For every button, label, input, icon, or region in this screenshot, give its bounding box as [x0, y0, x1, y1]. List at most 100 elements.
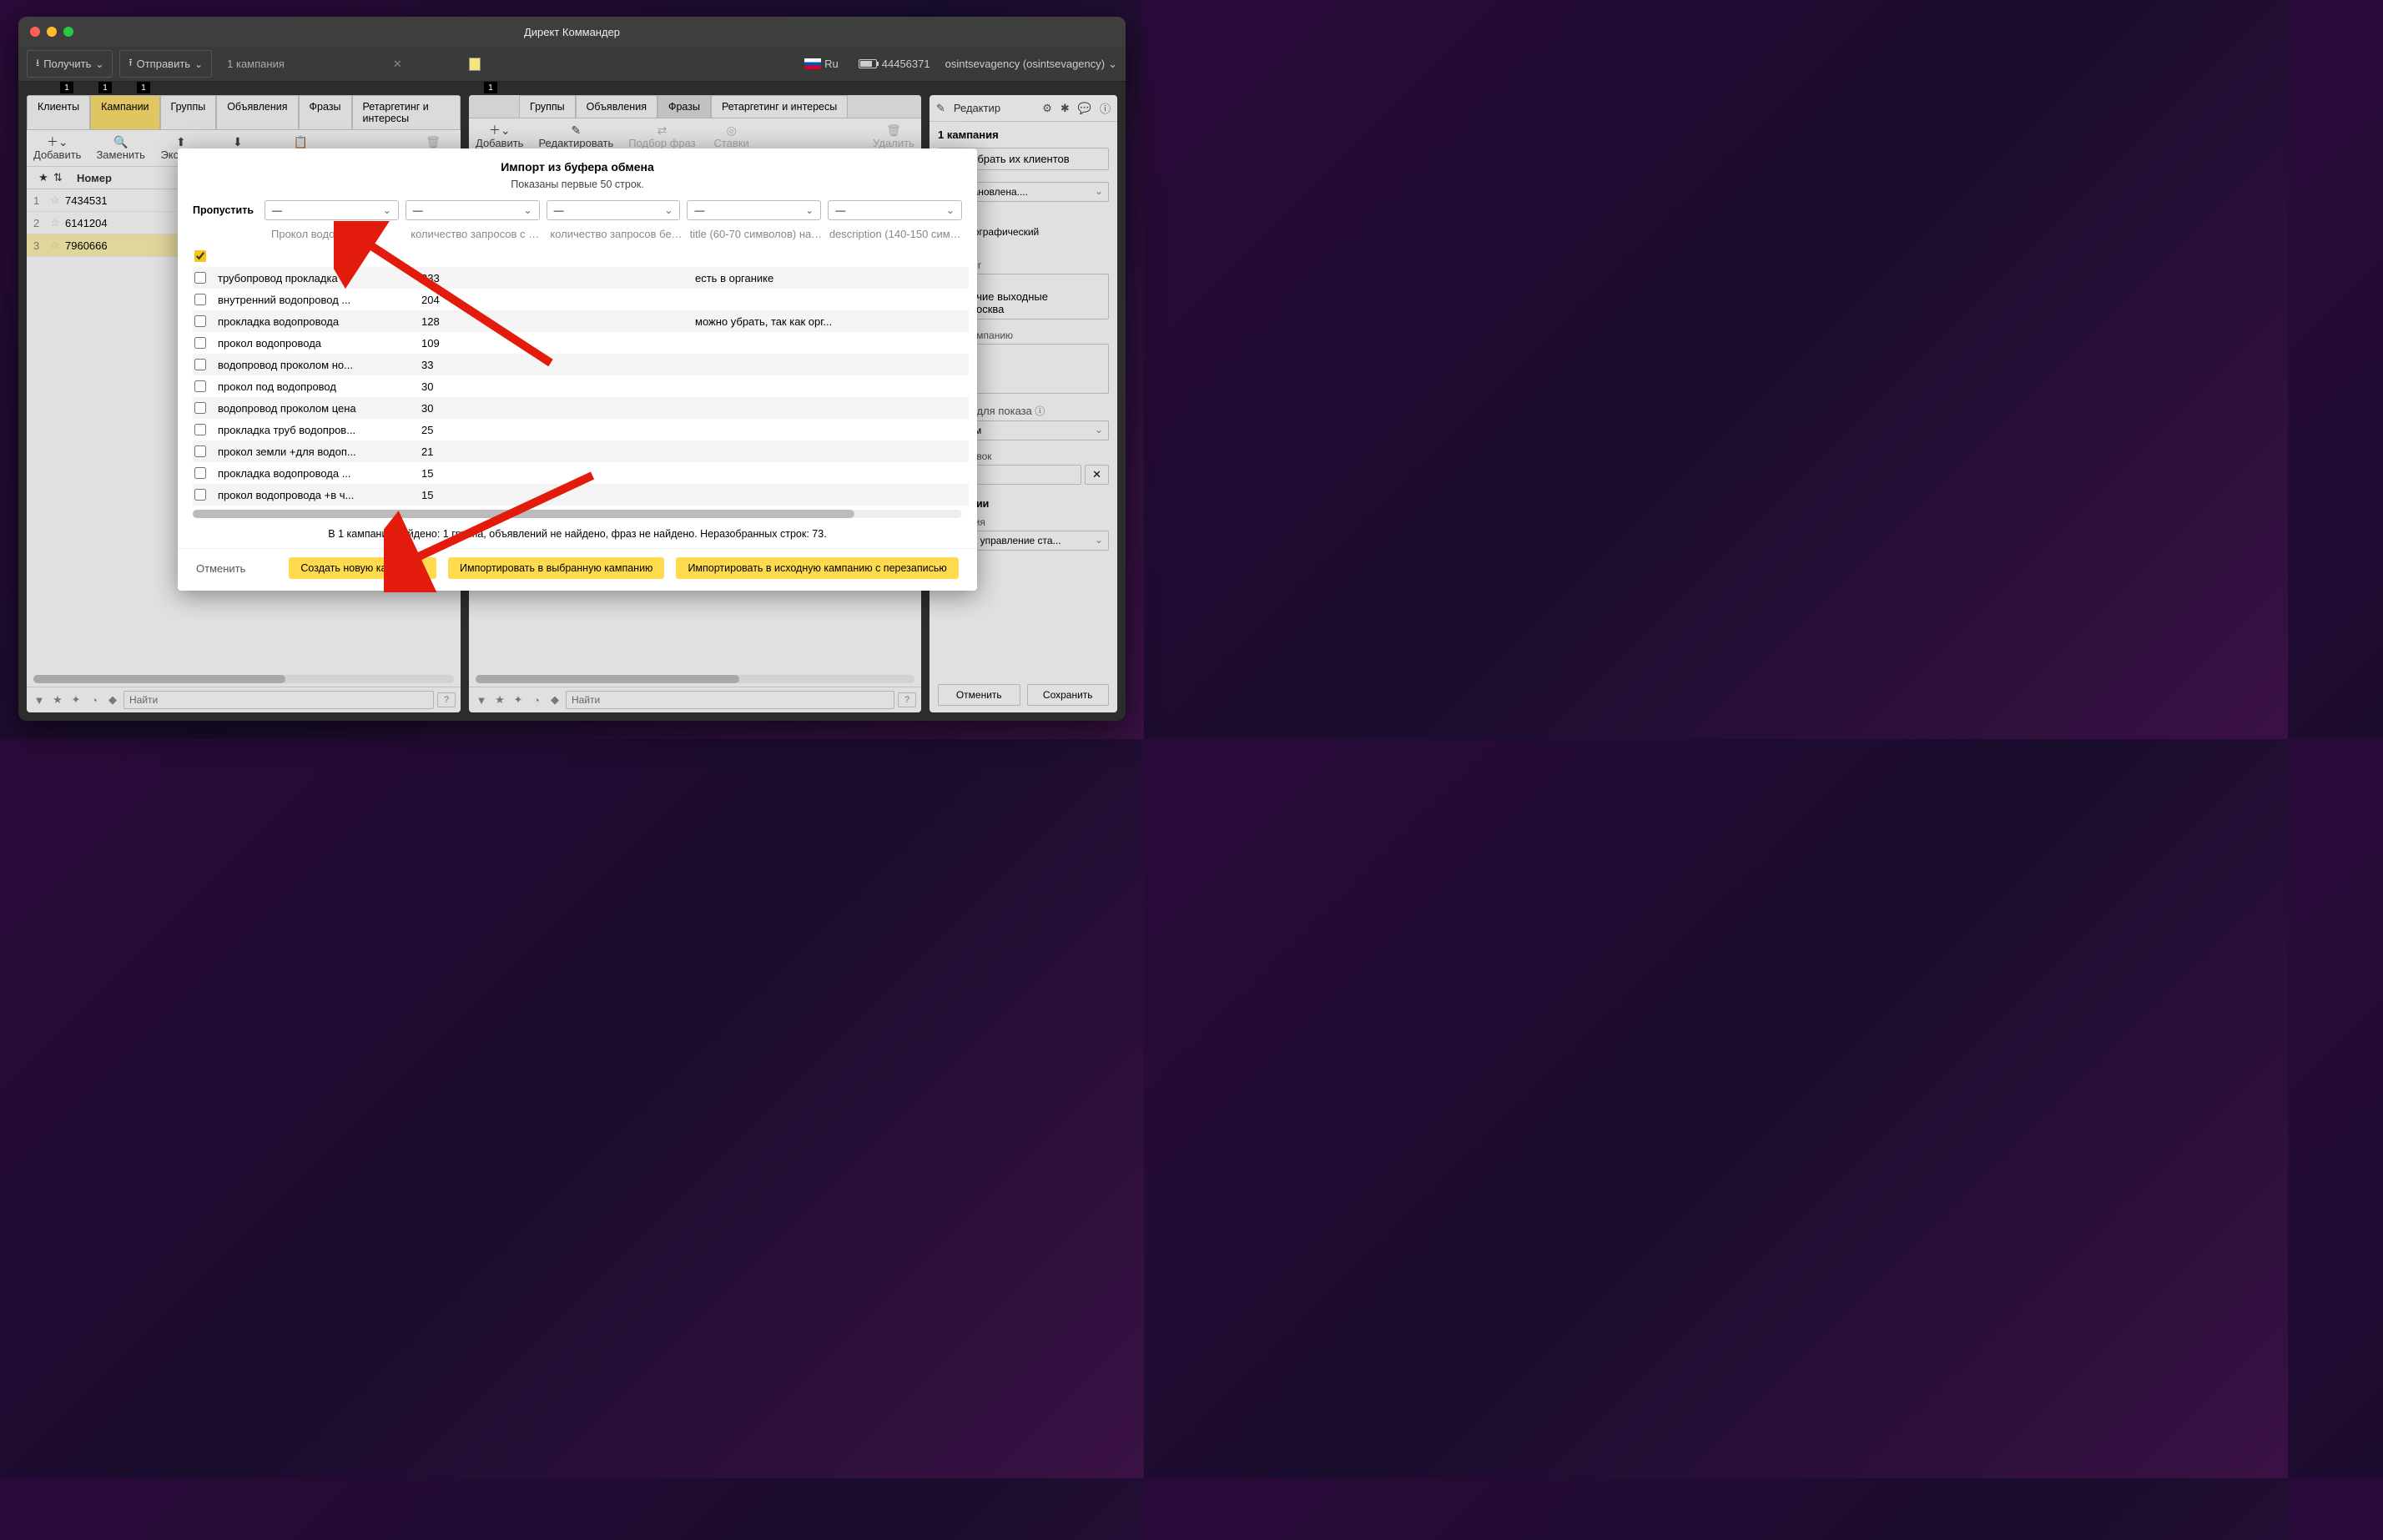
sort-column-icon[interactable]: ⇅ [53, 171, 77, 184]
row-checkbox[interactable] [194, 489, 206, 501]
row-checkbox[interactable] [194, 424, 206, 435]
star-filter-icon[interactable]: ★ [50, 693, 65, 707]
minimize-window-button[interactable] [47, 27, 57, 37]
note-icon[interactable] [469, 58, 481, 71]
import-row[interactable]: прокладка труб водопров...25 [193, 419, 969, 440]
close-campaign-icon[interactable]: ✕ [393, 58, 402, 71]
import-row[interactable]: водопровод проколом цена30 [193, 397, 969, 419]
mid-action-add[interactable]: ＋⌄Добавить [476, 123, 523, 149]
mid-hscroll[interactable] [476, 675, 914, 683]
tab-groups[interactable]: Группы [160, 95, 217, 129]
row-checkbox[interactable] [194, 402, 206, 414]
row-checkbox[interactable] [194, 467, 206, 479]
create-new-campaign-button[interactable]: Создать новую кампанию [289, 557, 436, 579]
right-title: 1 кампания [930, 122, 1117, 148]
modal-column-mappers: Пропустить — — — — — [178, 200, 977, 225]
import-to-source-button[interactable]: Импортировать в исходную кампанию с пере… [676, 557, 958, 579]
chat-icon[interactable]: 💬 [1078, 102, 1091, 115]
mid-tab-ads[interactable]: Объявления [576, 95, 657, 118]
row-checkbox[interactable] [194, 337, 206, 349]
column-mapper-2[interactable]: — [406, 200, 540, 220]
get-button[interactable]: ⭳ Получить ⌄ [27, 50, 113, 78]
column-mapper-5[interactable]: — [828, 200, 962, 220]
row-checkbox[interactable] [194, 315, 206, 327]
action-replace[interactable]: 🔍Заменить [96, 135, 144, 161]
modal-cancel-button[interactable]: Отменить [193, 558, 249, 579]
tab-phrases[interactable]: Фразы [299, 95, 352, 129]
row-checkbox[interactable] [194, 294, 206, 305]
circle-icon[interactable]: ◔ [529, 694, 544, 707]
mid-tabs: Группы Объявления Фразы Ретаргетинг и ин… [469, 95, 921, 118]
campaigns-count: 1 кампания [227, 58, 285, 70]
badge-3: 1 [137, 82, 150, 93]
import-row[interactable]: прокладка водопровода ...15 [193, 462, 969, 484]
import-row[interactable]: водопровод проколом но...33 [193, 354, 969, 375]
mid-action-pick[interactable]: ⇄Подбор фраз [628, 123, 695, 149]
tab-retargeting[interactable]: Ретаргетинг и интересы [352, 95, 461, 129]
right-cancel-button[interactable]: Отменить [938, 684, 1020, 706]
badge-4: 1 [484, 82, 497, 93]
row-checkbox[interactable] [194, 359, 206, 370]
import-row[interactable]: прокол земли +для водоп...21 [193, 440, 969, 462]
modal-hscroll[interactable] [193, 510, 962, 518]
row-checkbox[interactable] [194, 380, 206, 392]
star-column-icon[interactable]: ★ [33, 171, 53, 184]
close-window-button[interactable] [30, 27, 40, 37]
mid-tab-groups[interactable]: Группы [519, 95, 576, 118]
help-icon[interactable]: ? [898, 692, 916, 707]
star-filter-icon[interactable]: ★ [492, 693, 507, 707]
maximize-window-button[interactable] [63, 27, 73, 37]
column-mapper-4[interactable]: — [687, 200, 821, 220]
mid-action-edit[interactable]: ✎Редактировать [538, 123, 613, 149]
import-row[interactable]: прокол под водопровод30 [193, 375, 969, 397]
sliders-icon[interactable]: ⚙ [1042, 102, 1052, 115]
import-row[interactable]: прокол водопровода109 [193, 332, 969, 354]
mid-action-delete[interactable]: 🗑Удалить [873, 123, 914, 149]
mid-tab-retargeting[interactable]: Ретаргетинг и интересы [711, 95, 848, 118]
tab-clients[interactable]: Клиенты [27, 95, 90, 129]
column-mapper-1[interactable]: — [264, 200, 399, 220]
header-skip-row[interactable] [193, 245, 969, 267]
action-add[interactable]: ＋⌄Добавить [33, 135, 81, 161]
trash-icon: 🗑 [426, 135, 441, 148]
circle-icon[interactable]: ◔ [87, 694, 102, 707]
mid-tab-phrases[interactable]: Фразы [657, 95, 711, 118]
left-hscroll[interactable] [33, 675, 454, 683]
row-checkbox[interactable] [194, 445, 206, 457]
mid-search-input[interactable] [566, 691, 894, 709]
star2-icon[interactable]: ✦ [68, 693, 83, 707]
column-mapper-3[interactable]: — [547, 200, 681, 220]
skip-header-checkbox[interactable] [194, 250, 206, 262]
tab-ads[interactable]: Объявления [216, 95, 298, 129]
right-save-button[interactable]: Сохранить [1027, 684, 1110, 706]
tab-campaigns[interactable]: Кампании [90, 95, 159, 129]
import-to-selected-button[interactable]: Импортировать в выбранную кампанию [448, 557, 664, 579]
diamond-icon[interactable]: ◆ [105, 693, 120, 707]
import-row[interactable]: прокладка водопровода128можно убрать, та… [193, 310, 969, 332]
help-icon[interactable]: ? [437, 692, 456, 707]
col-header-1: Прокол водопровода [271, 228, 404, 240]
gear-icon[interactable]: ✱ [1061, 102, 1070, 115]
clipboard-icon: 📋 [294, 135, 308, 148]
import-row[interactable]: прокол водопровода +в ч...15 [193, 484, 969, 506]
pencil-icon: ✎ [571, 123, 581, 137]
account-balance[interactable]: 44456371 [859, 58, 930, 70]
import-row[interactable]: трубопровод прокладка233есть в органике [193, 267, 969, 289]
import-modal: Импорт из буфера обмена Показаны первые … [178, 148, 977, 591]
battery-icon [859, 59, 877, 68]
send-button[interactable]: ⭱ Отправить ⌄ [119, 50, 212, 78]
filter-icon[interactable]: ▼ [474, 694, 489, 707]
info-icon[interactable]: ⓘ [1100, 100, 1111, 116]
row-checkbox[interactable] [194, 272, 206, 284]
import-row[interactable]: внутренний водопровод ...204 [193, 289, 969, 310]
modal-title: Импорт из буфера обмена [178, 148, 977, 179]
left-search-input[interactable] [123, 691, 434, 709]
locale-switcher[interactable]: Ru [804, 58, 839, 70]
clear-bid-button[interactable]: ✕ [1085, 465, 1109, 485]
diamond-icon[interactable]: ◆ [547, 693, 562, 707]
pencil-icon[interactable]: ✎ [936, 102, 945, 115]
star2-icon[interactable]: ✦ [511, 693, 526, 707]
mid-action-bids[interactable]: ◎Ставки [711, 123, 753, 149]
filter-icon[interactable]: ▼ [32, 694, 47, 707]
user-dropdown[interactable]: osintsevagency (osintsevagency) ⌄ [945, 58, 1117, 71]
